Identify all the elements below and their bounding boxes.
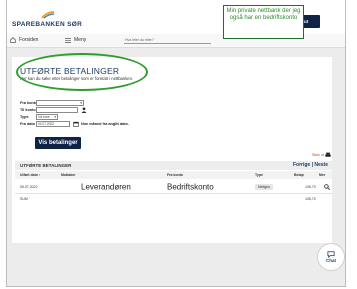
- logo-swoosh-icon: [41, 11, 55, 19]
- print-label: Skriv ut: [312, 153, 324, 157]
- col-header-from-account: Fra konto: [167, 173, 183, 177]
- col-header-date-label: Utført dato: [20, 173, 38, 177]
- chevron-down-icon: ▾: [54, 115, 56, 119]
- col-header-recipient: Mottaker: [61, 173, 76, 177]
- browser-window: SPAREBANKEN SØR Logg ut Forsiden Meny Hv…: [6, 0, 346, 287]
- nav-home-label: Forsiden: [19, 37, 39, 43]
- row-date: 05.07.2022: [20, 184, 38, 189]
- show-payments-button[interactable]: Vis betalinger: [35, 137, 81, 149]
- sum-value: 105,70: [305, 196, 316, 201]
- to-account-input[interactable]: [36, 107, 78, 113]
- sum-label: SUM: [20, 196, 28, 201]
- chat-bubble-icon: [327, 251, 335, 258]
- row-recipient: Leverandøren: [81, 182, 131, 191]
- table-title-row: UTFØRTE BETALINGER Forrige | Neste: [15, 161, 332, 170]
- sum-row: SUM 105,70: [15, 194, 332, 203]
- chat-button[interactable]: Chat: [317, 243, 345, 271]
- nav-menu-button[interactable]: Meny: [65, 37, 86, 43]
- page-subtitle: Her kan du søke etter betalinger som er …: [20, 76, 134, 81]
- col-header-date[interactable]: Utført dato ›: [20, 173, 40, 177]
- to-account-label: Til konto: [20, 108, 36, 112]
- from-date-input[interactable]: 04.07.2022: [36, 121, 70, 127]
- type-value: Vis bare: [38, 115, 50, 119]
- from-account-select[interactable]: ▾: [36, 100, 84, 106]
- from-date-value: 04.07.2022: [38, 122, 54, 126]
- print-link[interactable]: Skriv ut: [312, 152, 331, 158]
- col-header-more: Mer: [319, 173, 326, 177]
- home-icon: [10, 37, 16, 43]
- chevron-down-icon: ▾: [80, 101, 82, 105]
- search-input[interactable]: Hva leter du etter?: [124, 36, 211, 44]
- table-header: Utført dato › Mottaker Fra konto Type Be…: [15, 171, 332, 179]
- sort-arrow-icon: ›: [38, 173, 41, 177]
- row-amount: 105,70: [305, 184, 316, 189]
- row-from-account: Bedriftskonto: [167, 182, 214, 191]
- hamburger-icon: [65, 37, 71, 43]
- col-header-amount: Beløp: [294, 173, 304, 177]
- chat-label: Chat: [326, 258, 336, 263]
- magnifier-icon[interactable]: [324, 183, 330, 190]
- pager-links[interactable]: Forrige | Neste: [293, 162, 328, 168]
- table-row[interactable]: 05.07.2022 Leverandøren Bedriftskonto Ne…: [15, 180, 332, 194]
- nav-home-link[interactable]: Forsiden: [10, 37, 38, 43]
- page-title: UTFØRTE BETALINGER: [20, 66, 120, 76]
- main-panel: UTFØRTE BETALINGER Her kan du søke etter…: [12, 53, 332, 243]
- from-date-label: Fra dato: [20, 122, 35, 126]
- nav-menu-label: Meny: [74, 37, 87, 43]
- col-header-type: Type: [255, 173, 263, 177]
- annotation-callout: Min private nettbank der jeg også har en…: [223, 5, 304, 39]
- calendar-icon[interactable]: [73, 121, 79, 127]
- row-type: Nettgiro: [255, 183, 274, 190]
- type-select[interactable]: Vis bare ▾: [36, 114, 58, 120]
- type-label: Type: [20, 115, 29, 119]
- person-icon[interactable]: [81, 107, 87, 113]
- date-hint: Noe måned fra angitt dato.: [81, 122, 129, 126]
- printer-icon: [325, 152, 331, 157]
- table-title: UTFØRTE BETALINGER: [20, 163, 72, 168]
- bank-logo[interactable]: SPAREBANKEN SØR: [12, 21, 82, 28]
